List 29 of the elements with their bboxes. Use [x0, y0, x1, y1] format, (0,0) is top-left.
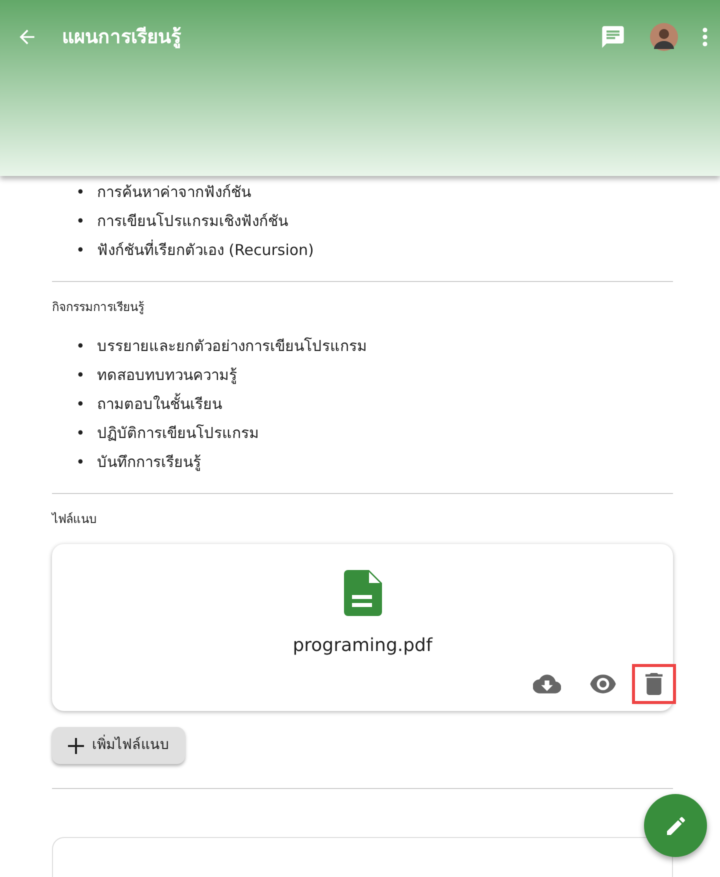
- add-attachment-button[interactable]: เพิ่มไฟล์แนบ: [52, 727, 185, 764]
- section-label: ไฟล์แนบ: [52, 511, 98, 528]
- bullet: •: [76, 211, 85, 232]
- list-item: ปฏิบัติการเขียนโปรแกรม: [96, 423, 259, 444]
- trash-button[interactable]: [635, 667, 673, 701]
- list-item: บรรยายและยกตัวอย่างการเขียนโปรแกรม: [96, 336, 367, 357]
- list-item: การเขียนโปรแกรมเชิงฟังก์ชัน: [96, 211, 288, 232]
- avatar[interactable]: [650, 23, 678, 51]
- bullet: •: [76, 394, 85, 415]
- bullet: •: [76, 182, 85, 203]
- edit-button[interactable]: [644, 794, 707, 857]
- eye-icon: [589, 674, 617, 694]
- document-icon: [344, 570, 382, 616]
- bullet: •: [76, 423, 85, 444]
- page-title: แผนการเรียนรู้: [62, 24, 181, 50]
- list-item: ทดสอบทบทวนความรู้: [96, 365, 237, 386]
- file-name: programing.pdf: [292, 634, 432, 658]
- bullet: •: [76, 452, 85, 473]
- section-label: กิจกรรมการเรียนรู้: [52, 299, 145, 316]
- list-item: ถามตอบในชั้นเรียน: [96, 392, 222, 415]
- trash-icon: [645, 673, 663, 695]
- plus-icon: [68, 738, 84, 754]
- download-icon: [533, 673, 561, 695]
- bullet: •: [76, 365, 85, 386]
- list-item: ฟังก์ชันที่เรียกตัวเอง (Recursion): [96, 238, 314, 261]
- list-item: บันทึกการเรียนรู้: [96, 452, 201, 473]
- bullet: •: [76, 336, 85, 357]
- bullet: •: [76, 240, 85, 261]
- list-item: การค้นหาค่าจากฟังก์ชัน: [96, 182, 251, 203]
